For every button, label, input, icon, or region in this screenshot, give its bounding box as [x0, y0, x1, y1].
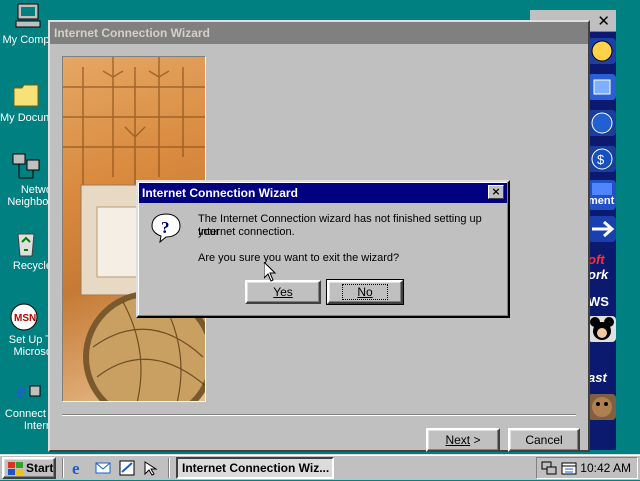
desktop-icon-connect-internet[interactable]: e Connect t Intern	[0, 376, 52, 432]
channel-item-5[interactable]: ment	[588, 180, 616, 210]
channel-label: oft	[588, 252, 605, 267]
question-icon: ?	[150, 212, 182, 244]
svg-text:?: ?	[161, 218, 170, 237]
next-button[interactable]: Next >	[426, 428, 500, 452]
yes-button[interactable]: Yes	[245, 280, 321, 304]
scheduler-tray-icon[interactable]	[561, 460, 577, 479]
desktop-icon-label-2: Intern	[23, 420, 52, 432]
desktop-icon-network[interactable]: Netwo Neighbor	[0, 152, 52, 208]
svg-text:MSN: MSN	[14, 313, 36, 324]
channel-label: WS	[588, 294, 609, 309]
desktop-icon-my-documents[interactable]: My Docum	[0, 80, 52, 124]
channel-item-2[interactable]	[588, 74, 616, 100]
desktop-icon-msn[interactable]: MSN Set Up T Microso	[0, 302, 52, 358]
network-icon	[10, 152, 42, 182]
my-computer-icon	[10, 2, 42, 32]
desktop-icon-label: Set Up T	[8, 334, 52, 346]
wizard-title: Internet Connection Wizard	[50, 22, 588, 44]
dialog-titlebar: Internet Connection Wizard ×	[139, 183, 507, 203]
system-tray: 10:42 AM	[536, 457, 638, 479]
desktop-icon-label: My Comp	[2, 34, 50, 46]
taskbar: Start e Internet Connection Wiz... 10:42…	[0, 454, 640, 480]
dialog-title: Internet Connection Wizard	[142, 186, 298, 200]
desktop-icon-label-2: Microso	[13, 346, 52, 358]
network-tray-icon[interactable]	[541, 460, 557, 479]
channel-item-9[interactable]	[588, 316, 616, 342]
channel-item-3[interactable]	[588, 110, 616, 136]
exit-confirm-dialog: Internet Connection Wizard × ? The Inter…	[136, 180, 510, 318]
channel-label: ast	[588, 370, 607, 385]
dialog-question: Are you sure you want to exit the wizard…	[198, 252, 400, 264]
windows-logo-icon	[8, 462, 24, 481]
yes-button-label: Yes	[273, 285, 293, 299]
taskbar-button-wizard[interactable]: Internet Connection Wiz...	[176, 457, 334, 479]
internet-explorer-icon[interactable]: e	[70, 459, 88, 478]
channels-icon[interactable]	[118, 459, 136, 477]
folder-icon	[10, 80, 42, 110]
channel-item-7[interactable]: oft ork	[588, 252, 616, 282]
cancel-button[interactable]: Cancel	[508, 428, 580, 452]
desktop-icon-label: Connect t	[4, 408, 52, 420]
dialog-message-line2: Internet connection.	[198, 226, 295, 238]
desktop-icon-label: Netwo	[20, 184, 52, 196]
no-button[interactable]: No	[326, 279, 404, 305]
desktop-icon-my-computer[interactable]: My Comp	[0, 2, 52, 46]
channel-item-4[interactable]: $	[588, 146, 616, 172]
channel-bar-close-button[interactable]: ✕	[597, 12, 610, 30]
channel-label: ment	[588, 195, 615, 207]
channel-item-10[interactable]: ast	[588, 370, 616, 396]
svg-text:e: e	[16, 378, 26, 403]
next-button-glyph: >	[473, 433, 481, 447]
channel-item-11[interactable]	[588, 394, 616, 420]
desktop-icon-label: Recycle	[12, 260, 52, 272]
desktop-icon-recycle-bin[interactable]: Recycle	[0, 228, 52, 272]
wizard-separator	[62, 414, 576, 416]
no-button-label: No	[342, 284, 388, 300]
msn-icon: MSN	[10, 302, 42, 332]
channel-item-6[interactable]	[588, 216, 616, 242]
start-label: Start	[26, 461, 54, 475]
outlook-express-icon[interactable]	[94, 459, 112, 477]
dialog-close-button[interactable]: ×	[488, 185, 504, 199]
channel-item-8[interactable]: WS	[588, 290, 616, 316]
desktop-icon-label-2: Neighbor	[7, 196, 52, 208]
internet-explorer-icon: e	[10, 376, 42, 406]
taskbar-divider	[168, 458, 170, 478]
start-button[interactable]: Start	[2, 457, 56, 479]
channel-label: ork	[588, 267, 609, 282]
next-button-label: Next	[445, 433, 471, 447]
show-desktop-icon[interactable]	[142, 459, 160, 477]
taskbar-divider	[62, 458, 64, 478]
recycle-bin-icon	[10, 228, 42, 258]
cancel-button-label: Cancel	[525, 433, 563, 447]
channel-item-1[interactable]	[588, 38, 616, 64]
desktop-icon-label: My Docum	[0, 112, 52, 124]
svg-text:$: $	[597, 152, 605, 167]
clock[interactable]: 10:42 AM	[580, 461, 631, 475]
svg-text:e: e	[72, 459, 80, 477]
